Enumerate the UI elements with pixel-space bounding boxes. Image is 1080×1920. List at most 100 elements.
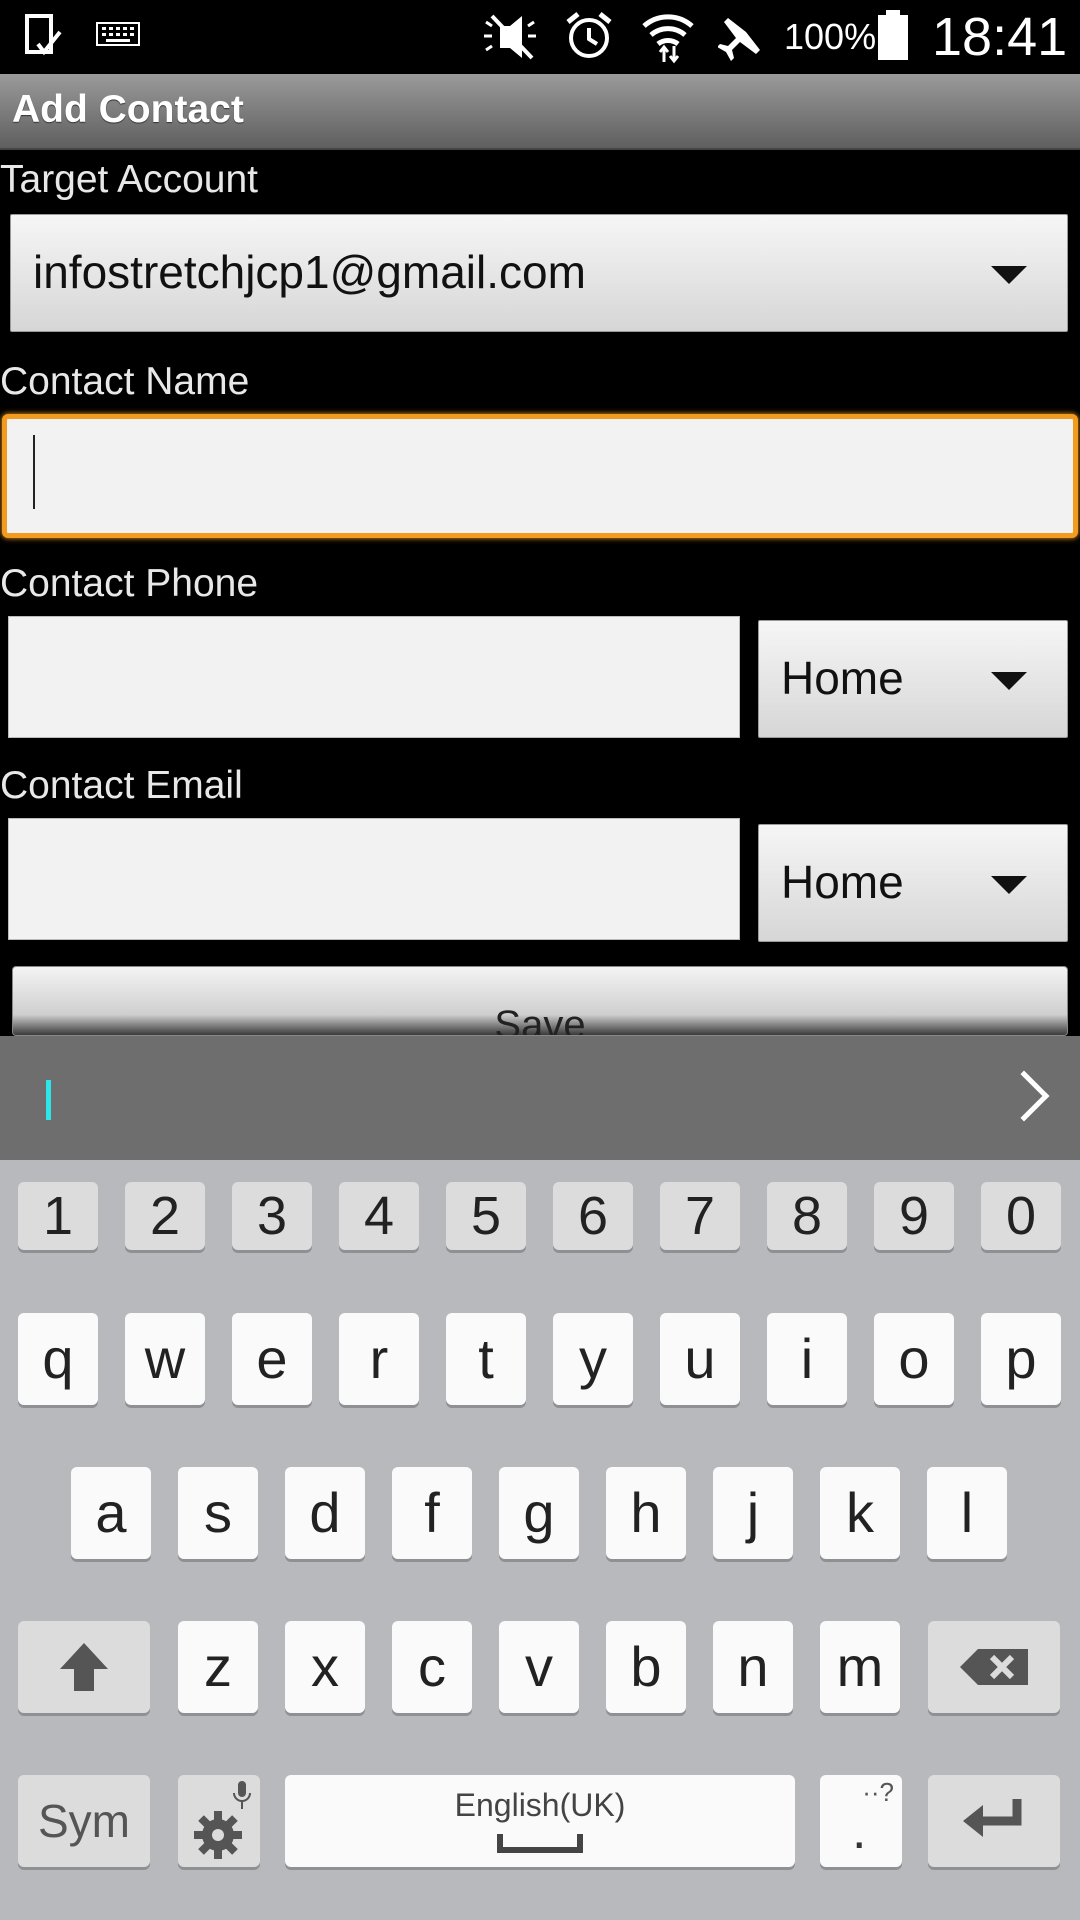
space-key[interactable]: English(UK) xyxy=(285,1775,795,1867)
key-label: g xyxy=(523,1481,555,1544)
key-label: l xyxy=(960,1481,974,1544)
key-n[interactable]: n xyxy=(713,1621,793,1713)
contact-name-input[interactable] xyxy=(2,414,1078,538)
clock: 18:41 xyxy=(932,7,1068,67)
key-label: c xyxy=(418,1635,446,1698)
chevron-down-icon xyxy=(991,266,1027,284)
key-label: n xyxy=(737,1635,769,1698)
key-label: b xyxy=(630,1635,662,1698)
key-s[interactable]: s xyxy=(178,1467,258,1559)
space-bar-icon xyxy=(497,1834,583,1853)
key-label: 8 xyxy=(791,1186,823,1246)
shift-key[interactable] xyxy=(18,1621,150,1713)
key-y[interactable]: y xyxy=(553,1313,633,1405)
key-8[interactable]: 8 xyxy=(767,1182,847,1250)
key-label: 1 xyxy=(42,1186,74,1246)
key-c[interactable]: c xyxy=(392,1621,472,1713)
settings-key[interactable] xyxy=(178,1775,260,1867)
soft-keyboard: 1234567890 qwertyuiop asdfghjkl zxcvbnm … xyxy=(0,1160,1080,1920)
key-e[interactable]: e xyxy=(232,1313,312,1405)
key-f[interactable]: f xyxy=(392,1467,472,1559)
key-label: h xyxy=(630,1481,662,1544)
key-q[interactable]: q xyxy=(18,1313,98,1405)
phone-type-value: Home xyxy=(781,652,904,704)
status-bar: 100% 18:41 xyxy=(0,0,1080,74)
key-label: a xyxy=(95,1481,127,1544)
contact-email-input[interactable] xyxy=(8,818,740,940)
key-x[interactable]: x xyxy=(285,1621,365,1713)
keyboard-icon xyxy=(96,22,140,46)
key-d[interactable]: d xyxy=(285,1467,365,1559)
key-v[interactable]: v xyxy=(499,1621,579,1713)
key-p[interactable]: p xyxy=(981,1313,1061,1405)
key-5[interactable]: 5 xyxy=(446,1182,526,1250)
contact-phone-input[interactable] xyxy=(8,616,740,738)
key-label: 7 xyxy=(684,1186,716,1246)
period-key[interactable]: ··? . xyxy=(820,1775,902,1867)
key-label: d xyxy=(309,1481,341,1544)
key-b[interactable]: b xyxy=(606,1621,686,1713)
key-label: 4 xyxy=(363,1186,395,1246)
period-key-alt: ··? xyxy=(862,1777,894,1807)
key-w[interactable]: w xyxy=(125,1313,205,1405)
key-g[interactable]: g xyxy=(499,1467,579,1559)
key-label: u xyxy=(684,1327,716,1390)
backspace-key[interactable] xyxy=(928,1621,1060,1713)
key-1[interactable]: 1 xyxy=(18,1182,98,1250)
key-label: y xyxy=(579,1327,607,1390)
key-r[interactable]: r xyxy=(339,1313,419,1405)
airplane-icon xyxy=(718,16,762,61)
key-l[interactable]: l xyxy=(927,1467,1007,1559)
key-label: e xyxy=(256,1327,288,1390)
email-type-spinner[interactable]: Home xyxy=(758,824,1068,942)
key-t[interactable]: t xyxy=(446,1313,526,1405)
key-j[interactable]: j xyxy=(713,1467,793,1559)
sym-key[interactable]: Sym xyxy=(18,1775,150,1867)
key-k[interactable]: k xyxy=(820,1467,900,1559)
suggestion-strip xyxy=(0,1036,1080,1160)
key-2[interactable]: 2 xyxy=(125,1182,205,1250)
key-o[interactable]: o xyxy=(874,1313,954,1405)
space-key-label: English(UK) xyxy=(454,1787,626,1823)
key-label: 6 xyxy=(577,1186,609,1246)
key-u[interactable]: u xyxy=(660,1313,740,1405)
key-z[interactable]: z xyxy=(178,1621,258,1713)
key-label: p xyxy=(1005,1327,1037,1390)
alarm-icon xyxy=(566,12,612,58)
key-9[interactable]: 9 xyxy=(874,1182,954,1250)
chevron-down-icon xyxy=(991,876,1027,894)
target-account-spinner[interactable]: infostretchjcp1@gmail.com xyxy=(10,214,1068,332)
chevron-right-icon[interactable] xyxy=(998,1070,1050,1122)
key-label: 3 xyxy=(256,1186,288,1246)
contact-phone-label: Contact Phone xyxy=(0,562,259,605)
key-label: k xyxy=(846,1481,874,1544)
key-label: t xyxy=(478,1327,494,1390)
key-a[interactable]: a xyxy=(71,1467,151,1559)
enter-key[interactable] xyxy=(928,1775,1060,1867)
backspace-icon xyxy=(960,1649,1028,1685)
key-label: v xyxy=(525,1635,553,1698)
key-h[interactable]: h xyxy=(606,1467,686,1559)
suggestion-cursor xyxy=(46,1080,51,1120)
key-3[interactable]: 3 xyxy=(232,1182,312,1250)
key-m[interactable]: m xyxy=(820,1621,900,1713)
key-7[interactable]: 7 xyxy=(660,1182,740,1250)
battery-icon xyxy=(878,10,908,60)
email-type-value: Home xyxy=(781,856,904,908)
key-i[interactable]: i xyxy=(767,1313,847,1405)
phone-type-spinner[interactable]: Home xyxy=(758,620,1068,738)
key-0[interactable]: 0 xyxy=(981,1182,1061,1250)
key-label: o xyxy=(898,1327,930,1390)
gear-icon xyxy=(194,1811,242,1859)
shift-icon xyxy=(60,1643,108,1691)
key-6[interactable]: 6 xyxy=(553,1182,633,1250)
key-4[interactable]: 4 xyxy=(339,1182,419,1250)
key-label: 9 xyxy=(898,1186,930,1246)
save-button[interactable]: Save xyxy=(12,966,1068,1036)
chevron-down-icon xyxy=(991,672,1027,690)
key-label: 2 xyxy=(149,1186,181,1246)
page-title: Add Contact xyxy=(12,88,244,131)
key-label: r xyxy=(369,1327,389,1390)
key-label: z xyxy=(204,1635,232,1698)
period-key-label: . xyxy=(852,1802,867,1860)
